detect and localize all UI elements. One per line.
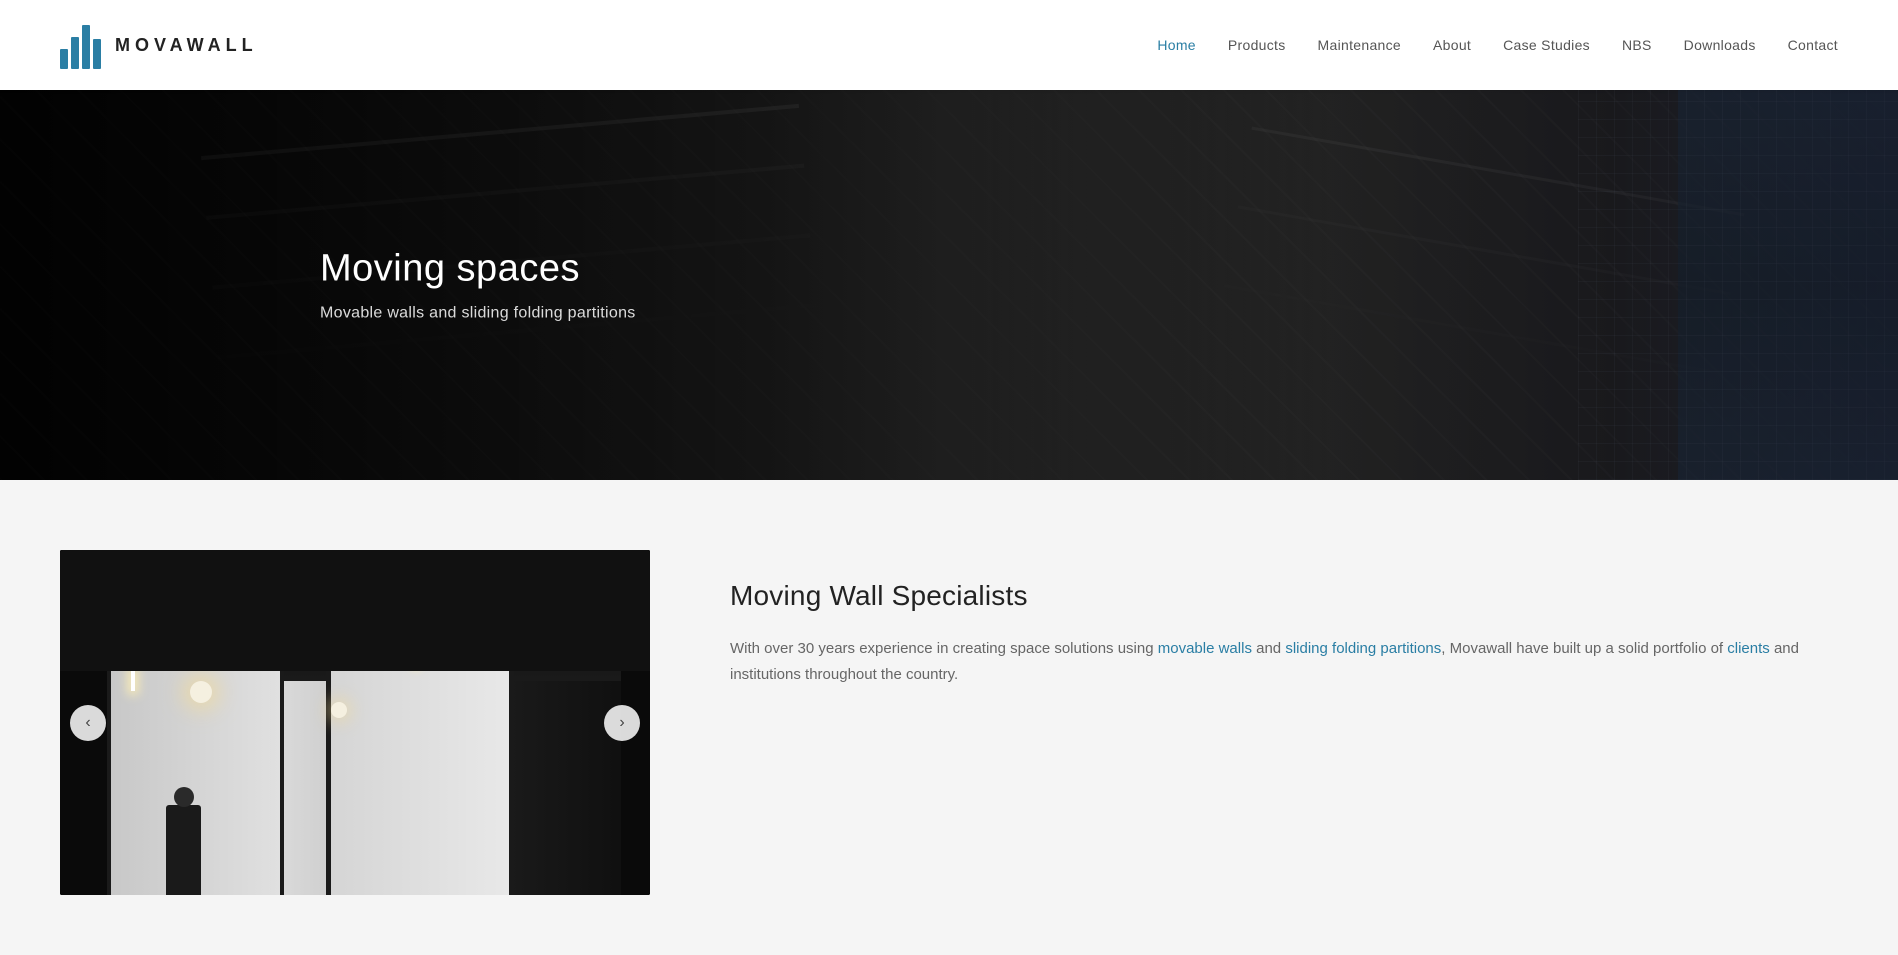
main-nav: Home Products Maintenance About Case Stu… [1157,37,1838,53]
hero-title: Moving spaces [320,248,636,291]
hero-section: Moving spaces Movable walls and sliding … [0,90,1898,480]
section-body: With over 30 years experience in creatin… [730,636,1838,687]
hero-subtitle: Movable walls and sliding folding partit… [320,305,636,323]
hero-overlay [0,90,1898,480]
img-light-1 [190,681,212,703]
logo-bar-2 [71,37,79,69]
header: MOVAWALL Home Products Maintenance About… [0,0,1898,90]
img-ceiling [60,550,650,681]
nav-contact[interactable]: Contact [1788,37,1838,53]
hero-content: Moving spaces Movable walls and sliding … [320,248,636,323]
logo-text: MOVAWALL [115,35,258,56]
img-beam-left [131,671,135,691]
img-beam-right [414,647,418,667]
image-panels [60,550,650,895]
nav-products[interactable]: Products [1228,37,1286,53]
logo-bar-4 [93,39,101,69]
sliding-folding-link[interactable]: sliding folding partitions [1285,640,1441,657]
logo-area[interactable]: MOVAWALL [60,21,258,69]
section-title: Moving Wall Specialists [730,580,1838,612]
logo-bar-3 [82,25,90,69]
nav-home[interactable]: Home [1157,37,1196,53]
content-section: ‹ › Moving Wall Specialists With over 30… [0,480,1898,955]
nav-downloads[interactable]: Downloads [1684,37,1756,53]
logo-bar-1 [60,49,68,69]
clients-link[interactable]: clients [1727,640,1770,657]
nav-maintenance[interactable]: Maintenance [1318,37,1401,53]
movable-walls-link[interactable]: movable walls [1158,640,1252,657]
logo-icon [60,21,101,69]
next-image-button[interactable]: › [604,705,640,741]
image-placeholder [60,550,650,895]
nav-case-studies[interactable]: Case Studies [1503,37,1590,53]
nav-nbs[interactable]: NBS [1622,37,1652,53]
img-person [166,805,201,895]
text-content: Moving Wall Specialists With over 30 yea… [730,550,1838,687]
prev-image-button[interactable]: ‹ [70,705,106,741]
image-container: ‹ › [60,550,650,895]
img-panel-right [326,654,515,896]
nav-about[interactable]: About [1433,37,1471,53]
